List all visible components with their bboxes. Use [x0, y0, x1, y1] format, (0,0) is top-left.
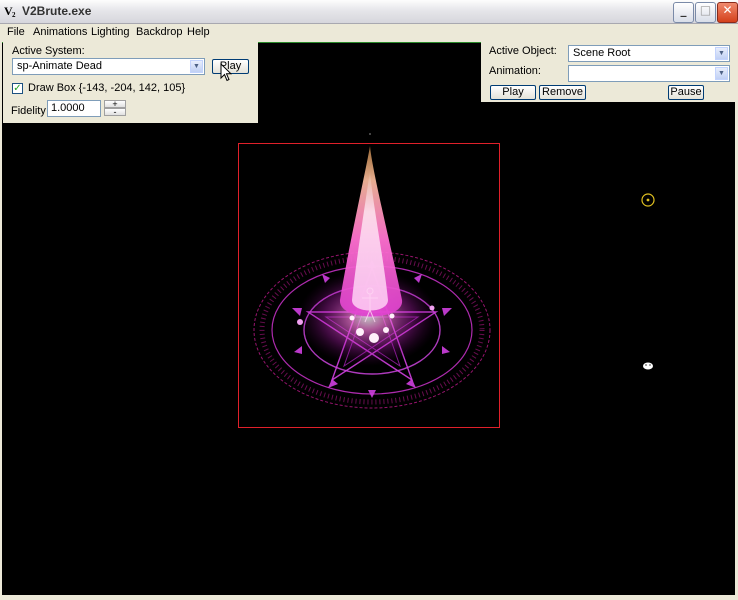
menu-bar: File Animations Lighting Backdrop Help — [0, 24, 738, 42]
draw-box-label: Draw Box {-143, -204, 142, 105} — [28, 82, 186, 94]
remove-button[interactable]: Remove — [539, 85, 586, 100]
menu-animations[interactable]: Animations — [33, 26, 87, 38]
particle-system-panel: Active System: sp-Animate Dead ▼ Play ✓ … — [3, 42, 258, 123]
animation-dropdown[interactable]: ▼ — [568, 65, 730, 82]
window-title: V2Brute.exe — [22, 4, 92, 18]
active-system-value: sp-Animate Dead — [17, 60, 102, 72]
active-system-dropdown[interactable]: sp-Animate Dead ▼ — [12, 58, 205, 75]
window-frame-bottom — [0, 595, 738, 600]
dropdown-arrow-icon[interactable]: ▼ — [715, 67, 728, 80]
animation-play-button[interactable]: Play — [490, 85, 536, 100]
menu-backdrop[interactable]: Backdrop — [136, 26, 182, 38]
maximize-button[interactable]: □ — [695, 2, 716, 23]
rune-circle — [253, 251, 491, 409]
light-marker-icon — [641, 193, 655, 207]
menu-help[interactable]: Help — [187, 26, 210, 38]
window-frame-left — [0, 42, 2, 600]
effect-sparks — [297, 305, 435, 343]
fidelity-input[interactable]: 1.0000 — [47, 100, 101, 117]
menu-lighting[interactable]: Lighting — [91, 26, 130, 38]
draw-box-rectangle — [238, 143, 500, 428]
minimize-button[interactable]: _ — [673, 2, 694, 23]
active-object-value: Scene Root — [573, 47, 631, 59]
mouse-cursor-icon — [220, 63, 232, 82]
menu-file[interactable]: File — [7, 26, 25, 38]
draw-box-checkbox[interactable]: ✓ — [12, 83, 23, 94]
active-object-dropdown[interactable]: Scene Root ▼ — [568, 45, 730, 62]
animation-label: Animation: — [489, 65, 541, 77]
summoned-figure — [362, 287, 378, 323]
effect-glow — [298, 270, 438, 366]
fidelity-decrement-button[interactable]: - — [104, 108, 126, 117]
active-object-label: Active Object: — [489, 45, 557, 57]
dropdown-arrow-icon[interactable]: ▼ — [190, 60, 203, 73]
object-animation-panel: Active Object: Scene Root ▼ Animation: ▼… — [481, 42, 735, 102]
effect-flame-core — [352, 170, 388, 311]
title-bar: V2 V2Brute.exe _ □ ✕ — [0, 0, 738, 24]
pause-button[interactable]: Pause — [668, 85, 704, 100]
object-marker-icon — [643, 362, 653, 370]
app-icon: V2 — [4, 4, 16, 19]
active-system-label: Active System: — [12, 45, 85, 57]
dropdown-arrow-icon[interactable]: ▼ — [715, 47, 728, 60]
close-button[interactable]: ✕ — [717, 2, 738, 23]
fidelity-label: Fidelity — [11, 105, 46, 117]
effect-flame — [339, 146, 403, 317]
